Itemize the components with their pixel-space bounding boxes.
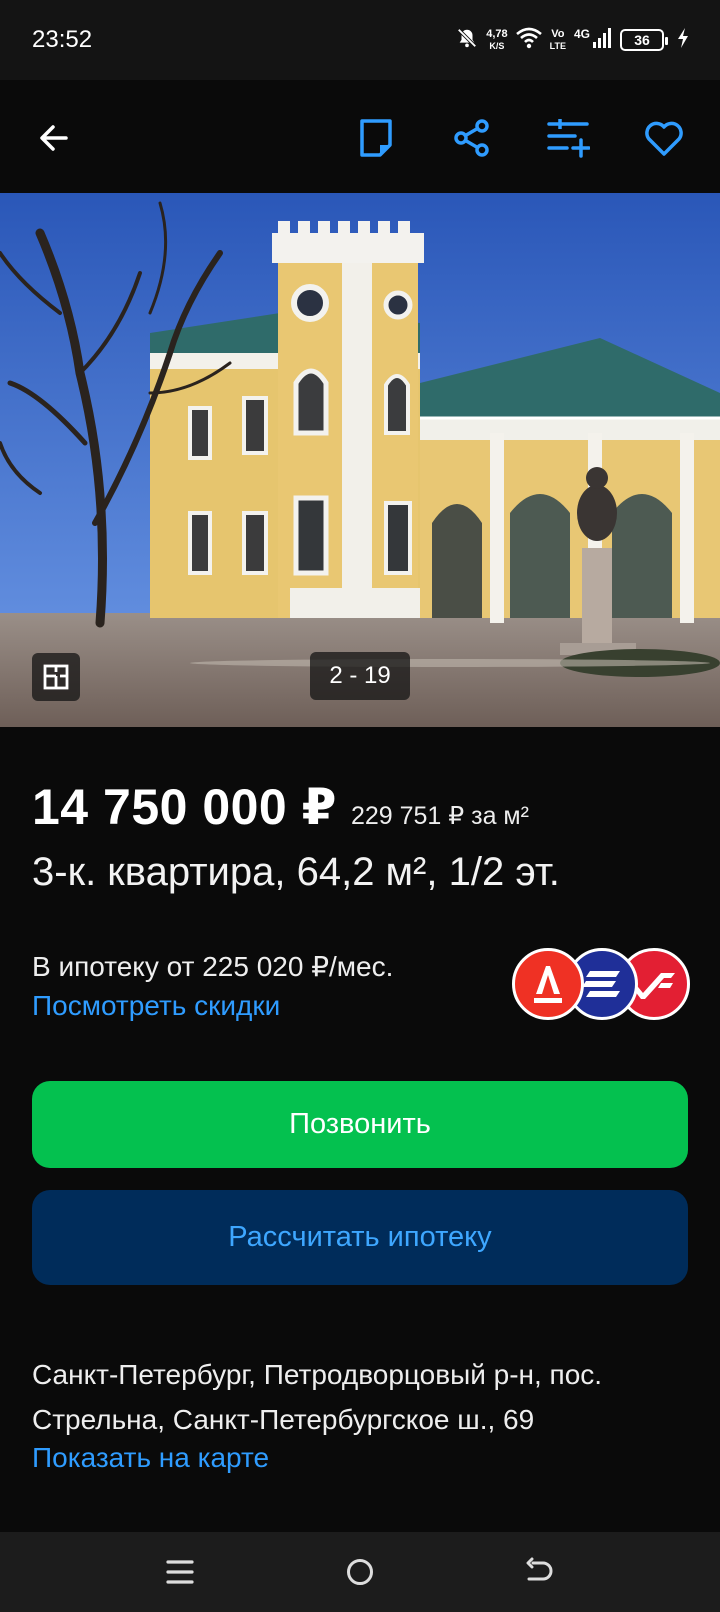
- status-bar: 23:52 4,78 K/S Vo LTE 4G 36: [0, 0, 720, 80]
- address: Санкт-Петербург, Петродворцовый р-н, пос…: [32, 1359, 603, 1435]
- price-row: 14 750 000 ₽ 229 751 ₽ за м²: [32, 778, 529, 836]
- status-time: 23:52: [32, 26, 93, 53]
- favorite-button[interactable]: [636, 110, 692, 166]
- compare-icon: [547, 119, 590, 158]
- system-back-button[interactable]: [518, 1550, 562, 1594]
- mute-bell-icon: [456, 27, 478, 54]
- alfa-bank-logo: [512, 948, 584, 1020]
- price-per-m2: 229 751 ₽ за м²: [350, 802, 529, 830]
- back-button[interactable]: [26, 110, 82, 166]
- note-button[interactable]: [348, 110, 404, 166]
- photo-gallery[interactable]: 2 - 19: [0, 193, 720, 727]
- app-bar: [0, 80, 720, 193]
- status-icons: 4,78 K/S Vo LTE 4G 36: [456, 24, 690, 56]
- back-icon: [526, 1557, 553, 1581]
- favorite-heart-icon: [645, 121, 683, 156]
- signal-icon: [592, 27, 612, 54]
- bank-logos[interactable]: [512, 948, 690, 1022]
- floor-plan-icon: [43, 664, 69, 690]
- menu-icon: [166, 1560, 194, 1584]
- volte-bottom: LTE: [549, 41, 566, 51]
- network-type: 4G: [573, 27, 590, 41]
- net-speed-value: 4,78: [486, 28, 508, 40]
- calculate-mortgage-button[interactable]: Рассчитать ипотеку: [32, 1190, 688, 1285]
- price: 14 750 000 ₽: [32, 779, 337, 835]
- call-button[interactable]: Позвонить: [32, 1081, 688, 1168]
- listing-title: 3-к. квартира, 64,2 м², 1/2 эт.: [32, 850, 560, 894]
- share-icon: [454, 119, 489, 157]
- recent-apps-button[interactable]: [158, 1550, 202, 1594]
- mortgage-offer: В ипотеку от 225 020 ₽/мес.: [32, 951, 394, 982]
- back-arrow-icon: [40, 125, 68, 151]
- volte-indicator: Vo LTE: [550, 28, 566, 52]
- photo-counter: 2 - 19: [310, 652, 410, 700]
- net-speed-unit: K/S: [489, 41, 505, 51]
- home-circle-icon: [347, 1559, 373, 1585]
- network-speed: 4,78 K/S: [486, 28, 507, 52]
- volte-top: Vo: [551, 28, 565, 40]
- show-on-map-link[interactable]: Показать на карте: [32, 1442, 269, 1474]
- charging-icon: [676, 27, 690, 54]
- battery-level: 36: [634, 32, 650, 48]
- view-discounts-link[interactable]: Посмотреть скидки: [32, 990, 280, 1022]
- compare-button[interactable]: [540, 110, 596, 166]
- share-button[interactable]: [444, 110, 500, 166]
- floor-plan-button[interactable]: [32, 653, 80, 701]
- listing-photo: [0, 193, 720, 727]
- note-icon: [360, 119, 392, 157]
- home-button[interactable]: [338, 1550, 382, 1594]
- wifi-icon: [515, 27, 542, 54]
- battery-indicator: 36: [620, 29, 668, 51]
- system-nav-bar: [0, 1532, 720, 1612]
